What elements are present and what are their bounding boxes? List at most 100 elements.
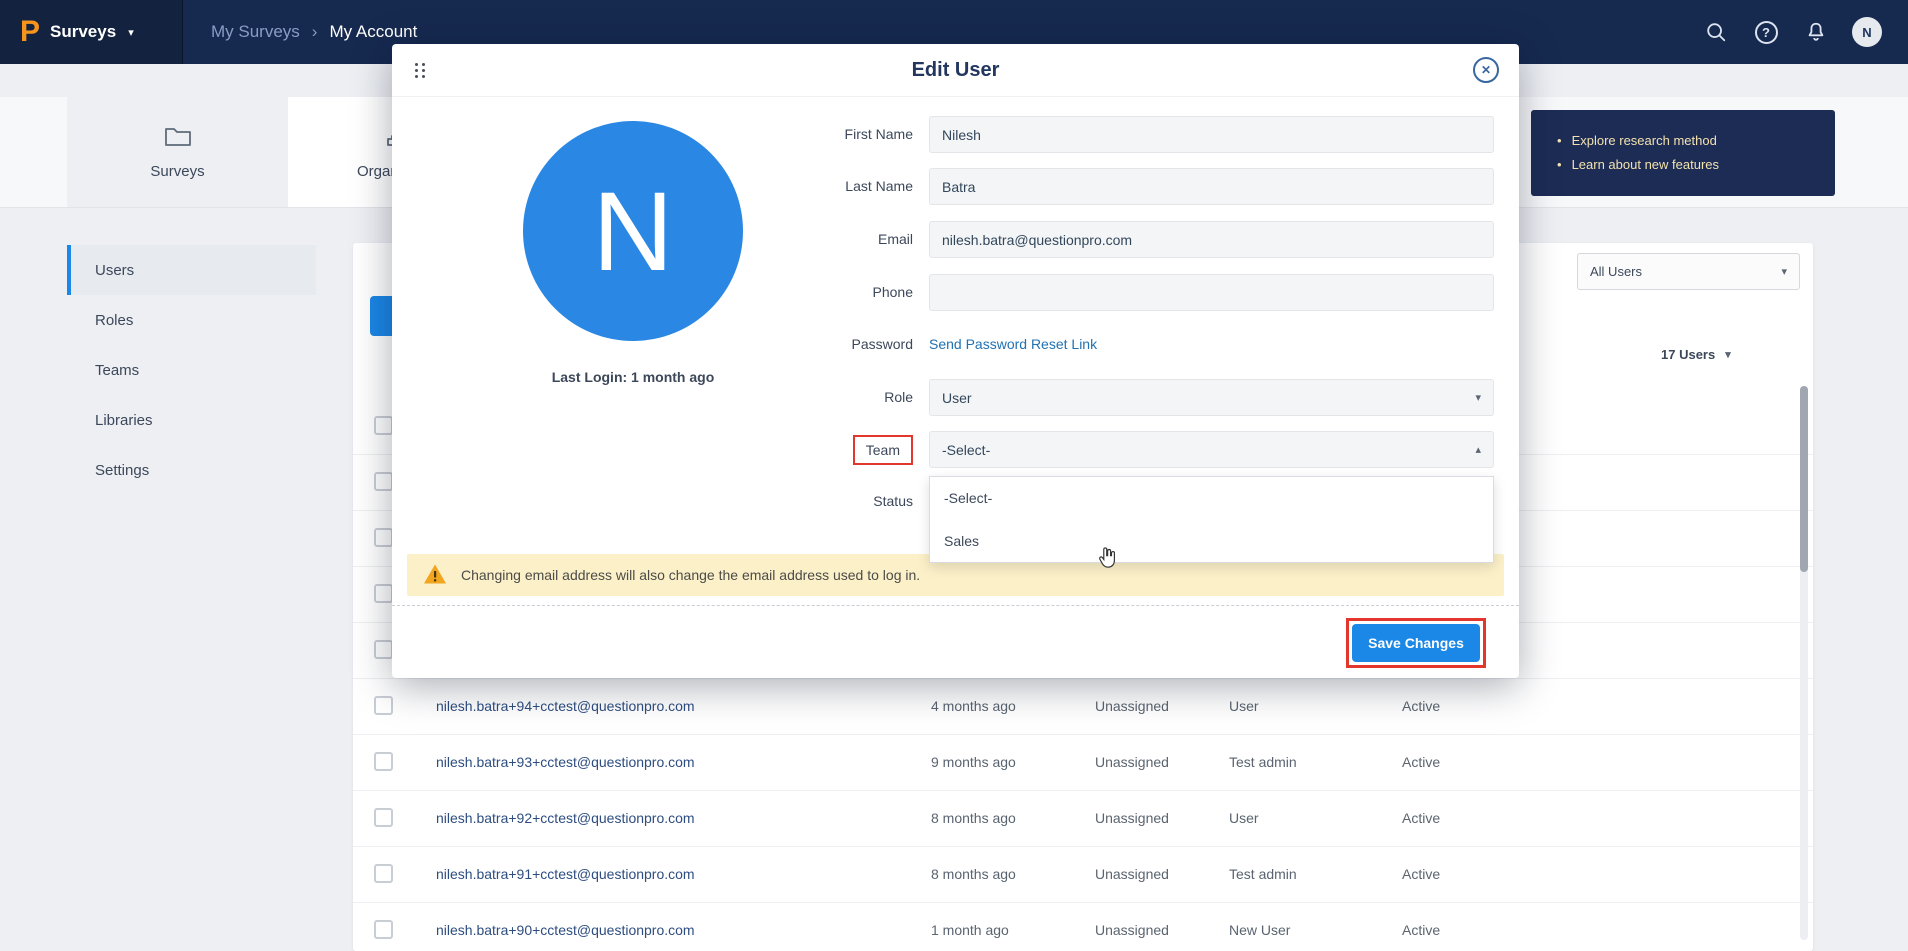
- promo-item-label: Learn about new features: [1572, 153, 1719, 177]
- breadcrumb-separator-icon: ›: [312, 22, 318, 42]
- user-email-link[interactable]: nilesh.batra+94+cctest@questionpro.com: [436, 678, 695, 734]
- users-filter-select[interactable]: All Users ▾: [1577, 253, 1800, 290]
- phone-label: Phone: [743, 274, 913, 311]
- role-select-value: User: [942, 390, 972, 406]
- email-field[interactable]: [929, 221, 1494, 258]
- team-cell: Unassigned: [1095, 902, 1169, 951]
- first-name-field[interactable]: [929, 116, 1494, 153]
- send-password-reset-link[interactable]: Send Password Reset Link: [929, 326, 1097, 363]
- status-label: Status: [743, 483, 913, 520]
- row-checkbox[interactable]: [374, 864, 393, 883]
- promo-item[interactable]: • Explore research method: [1557, 129, 1835, 153]
- product-switcher[interactable]: P Surveys ▾: [0, 0, 183, 64]
- help-icon[interactable]: ?: [1752, 18, 1780, 46]
- edit-user-modal: Edit User ✕ N Last Login: 1 month ago Fi…: [392, 44, 1519, 678]
- drag-handle-icon[interactable]: [414, 62, 428, 80]
- sidebar-item-users[interactable]: Users: [67, 245, 316, 295]
- status-cell: Active: [1402, 902, 1440, 951]
- user-email-link[interactable]: nilesh.batra+90+cctest@questionpro.com: [436, 902, 695, 951]
- last-login-text: Last Login: 1 month ago: [483, 369, 783, 385]
- team-cell: Unassigned: [1095, 678, 1169, 734]
- team-cell: Unassigned: [1095, 846, 1169, 902]
- row-checkbox[interactable]: [374, 752, 393, 771]
- row-checkbox[interactable]: [374, 696, 393, 715]
- breadcrumb-current: My Account: [329, 22, 417, 42]
- modal-title: Edit User: [392, 44, 1519, 96]
- table-row: nilesh.batra+93+cctest@questionpro.com 9…: [353, 734, 1813, 791]
- last-name-field[interactable]: [929, 168, 1494, 205]
- footer-divider: [392, 605, 1519, 606]
- team-option-sales[interactable]: Sales: [930, 520, 1493, 563]
- last-login-cell: 4 months ago: [931, 678, 1016, 734]
- sidebar-item-label: Settings: [95, 462, 149, 479]
- scrollbar-thumb[interactable]: [1800, 386, 1808, 572]
- tab-surveys-label: Surveys: [150, 163, 204, 180]
- table-row: nilesh.batra+91+cctest@questionpro.com 8…: [353, 846, 1813, 903]
- tab-surveys[interactable]: Surveys: [67, 97, 288, 207]
- chevron-down-icon: ▾: [1725, 348, 1731, 361]
- user-email-link[interactable]: nilesh.batra+92+cctest@questionpro.com: [436, 790, 695, 846]
- notifications-bell-icon[interactable]: [1802, 18, 1830, 46]
- topbar-actions: ? N: [1702, 17, 1908, 47]
- email-label: Email: [743, 221, 913, 258]
- save-changes-button[interactable]: Save Changes: [1352, 624, 1480, 662]
- role-cell: Test admin: [1229, 846, 1297, 902]
- password-label: Password: [743, 326, 913, 363]
- sidebar-item-teams[interactable]: Teams: [67, 345, 316, 395]
- chevron-down-icon: ▾: [128, 26, 134, 39]
- users-count-dropdown[interactable]: 17 Users ▾: [1661, 347, 1731, 362]
- users-filter-value: All Users: [1590, 264, 1642, 279]
- questionpro-logo-icon: P: [20, 17, 40, 47]
- row-checkbox[interactable]: [374, 528, 393, 547]
- scrollbar-track[interactable]: [1800, 386, 1808, 940]
- status-cell: Active: [1402, 734, 1440, 790]
- sidebar-item-label: Roles: [95, 312, 133, 329]
- role-cell: User: [1229, 790, 1259, 846]
- sidebar-item-label: Teams: [95, 362, 139, 379]
- warning-text: Changing email address will also change …: [461, 567, 920, 583]
- row-checkbox[interactable]: [374, 584, 393, 603]
- close-icon[interactable]: ✕: [1473, 57, 1499, 83]
- team-select-value: -Select-: [942, 442, 990, 458]
- team-cell: Unassigned: [1095, 790, 1169, 846]
- status-cell: Active: [1402, 790, 1440, 846]
- phone-field[interactable]: [929, 274, 1494, 311]
- search-icon[interactable]: [1702, 18, 1730, 46]
- breadcrumb-parent[interactable]: My Surveys: [211, 22, 300, 42]
- row-checkbox[interactable]: [374, 808, 393, 827]
- app-root: P Surveys ▾ My Surveys › My Account ? N: [0, 0, 1908, 951]
- active-indicator: [67, 245, 71, 295]
- row-checkbox[interactable]: [374, 920, 393, 939]
- row-checkbox[interactable]: [374, 416, 393, 435]
- user-email-link[interactable]: nilesh.batra+91+cctest@questionpro.com: [436, 846, 695, 902]
- settings-sidebar: Users Roles Teams Libraries Settings: [67, 245, 316, 495]
- sidebar-item-label: Libraries: [95, 412, 153, 429]
- bullet-icon: •: [1557, 153, 1562, 177]
- role-cell: Test admin: [1229, 734, 1297, 790]
- users-count-label: 17 Users: [1661, 347, 1715, 362]
- chevron-down-icon: ▾: [1475, 391, 1481, 404]
- chevron-down-icon: ▾: [1781, 265, 1787, 278]
- role-select[interactable]: User ▾: [929, 379, 1494, 416]
- status-cell: Active: [1402, 846, 1440, 902]
- user-avatar[interactable]: N: [1852, 17, 1882, 47]
- role-cell: User: [1229, 678, 1259, 734]
- team-dropdown-panel: -Select- Sales: [929, 476, 1494, 563]
- team-option-select[interactable]: -Select-: [930, 477, 1493, 520]
- sidebar-item-libraries[interactable]: Libraries: [67, 395, 316, 445]
- row-checkbox[interactable]: [374, 472, 393, 491]
- last-login-cell: 1 month ago: [931, 902, 1009, 951]
- sidebar-item-settings[interactable]: Settings: [67, 445, 316, 495]
- promo-box: • Explore research method • Learn about …: [1531, 110, 1835, 196]
- table-row: nilesh.batra+92+cctest@questionpro.com 8…: [353, 790, 1813, 847]
- row-checkbox[interactable]: [374, 640, 393, 659]
- last-login-cell: 8 months ago: [931, 790, 1016, 846]
- sidebar-item-roles[interactable]: Roles: [67, 295, 316, 345]
- last-login-cell: 9 months ago: [931, 734, 1016, 790]
- team-select[interactable]: -Select- ▴: [929, 431, 1494, 468]
- user-email-link[interactable]: nilesh.batra+93+cctest@questionpro.com: [436, 734, 695, 790]
- team-label: Team: [853, 435, 913, 465]
- promo-item[interactable]: • Learn about new features: [1557, 153, 1835, 177]
- sidebar-item-label: Users: [95, 262, 134, 279]
- table-row: nilesh.batra+94+cctest@questionpro.com 4…: [353, 678, 1813, 735]
